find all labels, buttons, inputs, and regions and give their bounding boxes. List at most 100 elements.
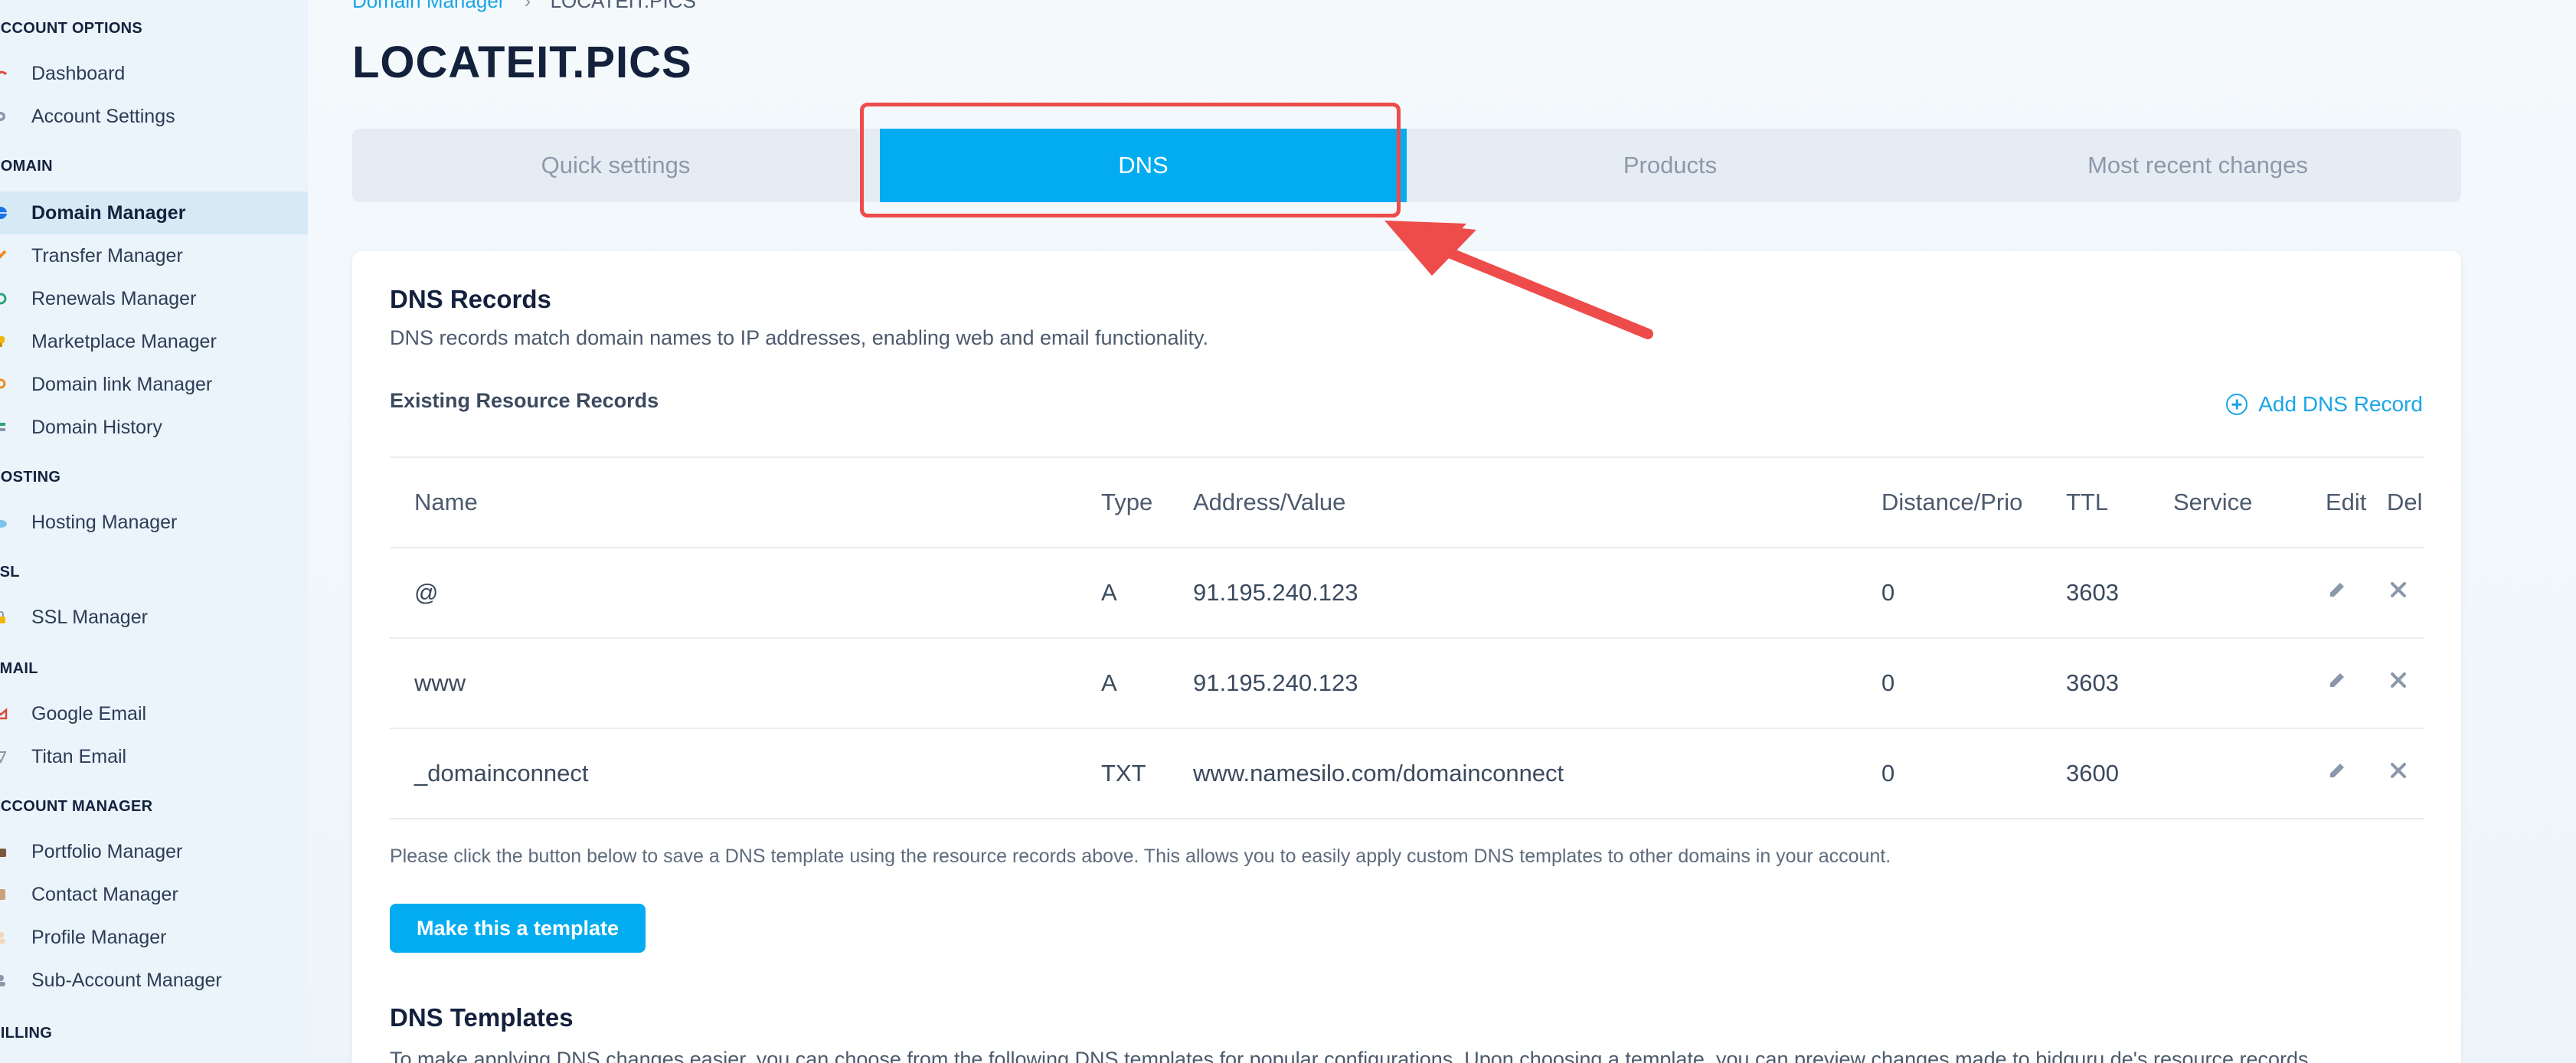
sidebar-item-label: Google Email: [31, 702, 147, 724]
users-icon: [0, 973, 8, 987]
add-dns-record-button[interactable]: Add DNS Record: [2226, 392, 2423, 417]
transfer-icon: [0, 249, 8, 263]
dns-templates-description: To make applying DNS changes easier, you…: [390, 1048, 2315, 1063]
sidebar-item-label: Renewals Manager: [31, 287, 197, 309]
table-row: @ A 91.195.240.123 0 3603: [390, 547, 2424, 637]
sidebar-item-label: Hosting Manager: [31, 511, 178, 533]
page-title: LOCATEIT.PICS: [352, 38, 692, 87]
column-header-name: Name: [414, 489, 478, 515]
existing-records-label: Existing Resource Records: [390, 389, 659, 412]
sidebar-item-sub-account-manager[interactable]: Sub-Account Manager: [0, 959, 308, 1002]
sidebar-item-profile-manager[interactable]: Profile Manager: [0, 916, 308, 959]
sidebar-item-label: Transfer Manager: [31, 244, 183, 267]
sidebar-item-dashboard[interactable]: Dashboard: [0, 52, 308, 95]
trophy-icon: [0, 335, 8, 348]
tab-bar: Quick settings DNS Products Most recent …: [352, 129, 2461, 202]
record-address: 91.195.240.123: [1193, 579, 1358, 606]
record-name: www: [414, 669, 466, 696]
column-header-ttl: TTL: [2066, 489, 2109, 515]
sidebar: ACCOUNT OPTIONS Dashboard Account Settin…: [0, 0, 308, 1063]
sidebar-item-label: Dashboard: [31, 62, 126, 84]
sidebar-section-ssl: SSL: [0, 564, 20, 581]
table-row: _domainconnect TXT www.namesilo.com/doma…: [390, 728, 2424, 819]
lock-icon: [0, 610, 8, 624]
sidebar-item-hosting-manager[interactable]: Hosting Manager: [0, 501, 308, 544]
dns-templates-title: DNS Templates: [390, 1003, 574, 1032]
record-address: 91.195.240.123: [1193, 669, 1358, 696]
page: ACCOUNT OPTIONS Dashboard Account Settin…: [0, 0, 2576, 1063]
delete-record-button[interactable]: [2387, 639, 2410, 728]
sidebar-item-account-settings[interactable]: Account Settings: [0, 95, 308, 138]
add-circle-icon: [2226, 394, 2248, 415]
edit-record-button[interactable]: [2326, 548, 2349, 637]
globe-icon: [0, 206, 8, 220]
sidebar-item-transfer-manager[interactable]: Transfer Manager: [0, 234, 308, 277]
record-prio: 0: [1881, 669, 1895, 696]
sidebar-section-email: EMAIL: [0, 660, 38, 677]
gear-icon: [0, 110, 8, 123]
record-name: @: [414, 579, 439, 606]
gmail-icon: [0, 707, 8, 721]
table-header-row: Name Type Address/Value Distance/Prio TT…: [390, 456, 2424, 547]
add-dns-record-label: Add DNS Record: [2258, 392, 2423, 416]
sidebar-section-domain: DOMAIN: [0, 158, 53, 175]
close-icon: [2387, 578, 2410, 607]
table-row: www A 91.195.240.123 0 3603: [390, 637, 2424, 728]
cloud-icon: [0, 515, 8, 529]
close-icon: [2387, 759, 2410, 788]
sidebar-item-domain-link-manager[interactable]: Domain link Manager: [0, 363, 308, 406]
titan-icon: [0, 750, 8, 764]
breadcrumb-link-domain-manager[interactable]: Domain Manager: [352, 0, 505, 12]
column-header-address: Address/Value: [1193, 489, 1346, 515]
sidebar-item-google-email[interactable]: Google Email: [0, 692, 308, 735]
contacts-icon: [0, 888, 8, 901]
sidebar-item-portfolio-manager[interactable]: Portfolio Manager: [0, 830, 308, 873]
dns-records-card: DNS Records DNS records match domain nam…: [352, 251, 2461, 1063]
sidebar-item-marketplace-manager[interactable]: Marketplace Manager: [0, 320, 308, 363]
record-ttl: 3603: [2066, 669, 2119, 696]
sidebar-item-domain-manager[interactable]: Domain Manager: [0, 191, 308, 234]
pencil-icon: [2326, 578, 2349, 607]
sidebar-item-contact-manager[interactable]: Contact Manager: [0, 873, 308, 916]
sidebar-item-renewals-manager[interactable]: Renewals Manager: [0, 277, 308, 320]
sidebar-section-account-options: ACCOUNT OPTIONS: [0, 20, 143, 37]
sidebar-item-label: Account Settings: [31, 105, 175, 127]
delete-record-button[interactable]: [2387, 729, 2410, 818]
tab-products[interactable]: Products: [1407, 129, 1934, 202]
edit-record-button[interactable]: [2326, 729, 2349, 818]
tab-most-recent-changes[interactable]: Most recent changes: [1934, 129, 2461, 202]
sidebar-section-hosting: HOSTING: [0, 469, 61, 486]
make-template-button[interactable]: Make this a template: [390, 904, 646, 953]
column-header-edit: Edit: [2326, 489, 2367, 515]
highlight-box: [860, 103, 1401, 218]
sidebar-item-label: Sub-Account Manager: [31, 969, 222, 991]
sidebar-item-titan-email[interactable]: Titan Email: [0, 735, 308, 778]
renew-icon: [0, 292, 8, 306]
sidebar-item-label: Marketplace Manager: [31, 330, 217, 352]
record-type: TXT: [1101, 760, 1146, 787]
sidebar-section-account-manager: ACCOUNT MANAGER: [0, 798, 153, 815]
record-prio: 0: [1881, 760, 1895, 787]
briefcase-icon: [0, 845, 8, 859]
record-prio: 0: [1881, 579, 1895, 606]
record-type: A: [1101, 579, 1117, 606]
sidebar-item-domain-history[interactable]: Domain History: [0, 406, 308, 449]
column-header-type: Type: [1101, 489, 1153, 515]
sidebar-item-label: Portfolio Manager: [31, 840, 183, 862]
column-header-service: Service: [2173, 489, 2253, 515]
sidebar-item-label: Profile Manager: [31, 926, 167, 948]
sidebar-item-label: Domain History: [31, 416, 162, 438]
history-icon: [0, 420, 8, 434]
edit-record-button[interactable]: [2326, 639, 2349, 728]
sidebar-item-label: Domain Manager: [31, 201, 186, 224]
breadcrumb-current: LOCATEIT.PICS: [550, 0, 696, 12]
sidebar-item-label: Domain link Manager: [31, 373, 213, 395]
record-address: www.namesilo.com/domainconnect: [1193, 760, 1564, 787]
column-header-prio: Distance/Prio: [1881, 489, 2023, 515]
dns-records-table: Name Type Address/Value Distance/Prio TT…: [390, 456, 2424, 819]
sidebar-item-ssl-manager[interactable]: SSL Manager: [0, 596, 308, 639]
template-note: Please click the button below to save a …: [390, 845, 1891, 867]
delete-record-button[interactable]: [2387, 548, 2410, 637]
profile-icon: [0, 931, 8, 944]
tab-quick-settings[interactable]: Quick settings: [352, 129, 879, 202]
